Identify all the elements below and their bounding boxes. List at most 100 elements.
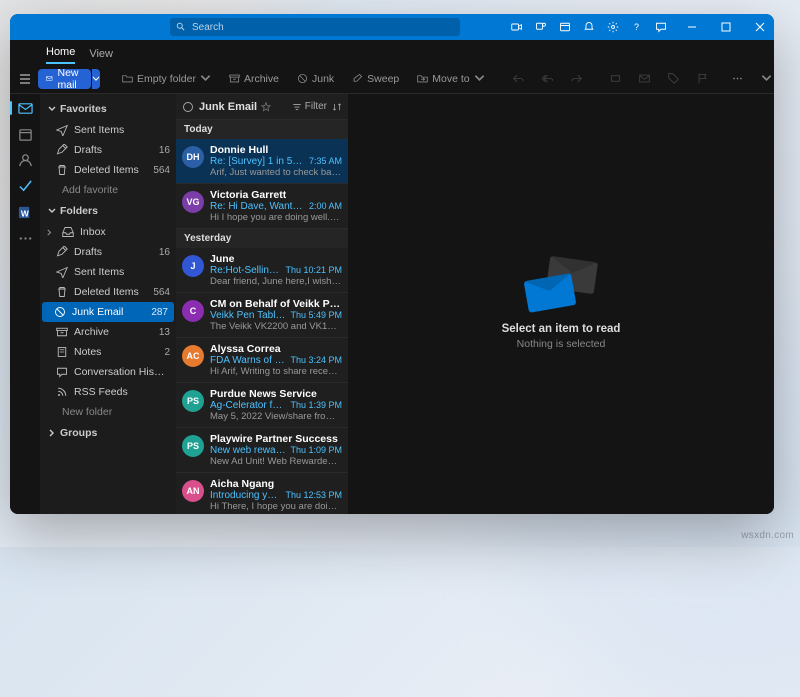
folder-count: 2 — [164, 347, 170, 358]
filter-button[interactable]: Filter — [292, 101, 327, 112]
time: Thu 1:39 PM — [290, 400, 342, 410]
avatar: PS — [182, 435, 204, 457]
sender: June — [210, 253, 235, 265]
sender: Aicha Ngang — [210, 478, 274, 490]
folder-sent-items[interactable]: Sent Items — [40, 262, 176, 282]
overflow-dim-3[interactable] — [565, 73, 588, 84]
folder-drafts[interactable]: Drafts16 — [40, 242, 176, 262]
folder-label: Sent Items — [74, 266, 170, 278]
titlebar-actions: ? — [510, 20, 668, 34]
svg-text:?: ? — [634, 22, 639, 32]
overflow-dim-1[interactable] — [507, 73, 530, 84]
close-button[interactable] — [750, 17, 770, 37]
sweep-button[interactable]: Sweep — [346, 73, 405, 85]
favorites-header[interactable]: Favorites — [40, 98, 176, 120]
folder-inbox[interactable]: Inbox — [40, 222, 176, 242]
folder-junk-email[interactable]: Junk Email287 — [42, 302, 174, 322]
more-button[interactable] — [726, 73, 749, 84]
message-item[interactable]: PSPurdue News ServiceAg-Celerator fund i… — [176, 383, 348, 428]
hamburger-button[interactable] — [18, 69, 32, 89]
message-item[interactable]: ANAicha NgangIntroducing you to th…Thu 1… — [176, 473, 348, 514]
add-favorite[interactable]: Add favorite — [40, 180, 176, 200]
folder-archive[interactable]: Archive 13 — [40, 322, 176, 342]
new-mail-button[interactable]: New mail — [38, 69, 91, 89]
folder-deleted-items[interactable]: Deleted Items564 — [40, 282, 176, 302]
chevron-down-icon — [761, 73, 772, 84]
folder-deleted-items[interactable]: Deleted Items564 — [40, 160, 176, 180]
folder-conversation-his-[interactable]: Conversation His… — [40, 362, 176, 382]
meet-now-icon[interactable] — [510, 20, 524, 34]
junk-icon — [297, 73, 308, 84]
preview: Dear friend, June here,I wish you hav… — [210, 276, 342, 287]
minimize-button[interactable] — [682, 17, 702, 37]
star-icon[interactable] — [261, 102, 271, 112]
app-rail: W — [10, 94, 40, 514]
archive-button[interactable]: Archive — [223, 73, 285, 85]
search-input[interactable]: Search — [170, 18, 460, 36]
preview: May 5, 2022 View/share from our we… — [210, 411, 342, 422]
folder-icon — [122, 73, 133, 84]
drafts-icon — [56, 246, 68, 258]
message-item[interactable]: JJuneRe:Hot-Selling desk a…Thu 10:21 PMD… — [176, 248, 348, 293]
rail-people[interactable] — [17, 152, 33, 168]
junk-button[interactable]: Junk — [291, 73, 340, 85]
chevron-down-icon — [48, 105, 56, 113]
overflow-dim-7[interactable] — [691, 73, 714, 84]
sender: CM on Behalf of Veikk Pen Tablets — [210, 298, 342, 310]
folder-drafts[interactable]: Drafts16 — [40, 140, 176, 160]
chevron-down-icon — [92, 75, 100, 83]
deleted-icon — [56, 286, 68, 298]
date-group-header[interactable]: Yesterday — [176, 229, 348, 248]
select-all-icon[interactable] — [182, 101, 194, 113]
new-mail-dropdown[interactable] — [92, 69, 100, 89]
collapse-ribbon[interactable] — [755, 73, 774, 84]
folder-sent-items[interactable]: Sent Items — [40, 120, 176, 140]
folder-label: Archive — [74, 326, 153, 338]
overflow-dim-5[interactable] — [633, 73, 656, 84]
overflow-dim-2[interactable] — [536, 73, 559, 84]
rail-more[interactable] — [17, 230, 33, 246]
date-group-header[interactable]: Today — [176, 120, 348, 139]
folder-notes[interactable]: Notes2 — [40, 342, 176, 362]
folder-label: Conversation His… — [74, 366, 170, 378]
empty-folder-button[interactable]: Empty folder — [116, 73, 217, 85]
overflow-dim-6[interactable] — [662, 73, 685, 84]
rail-calendar[interactable] — [17, 126, 33, 142]
notification-icon[interactable] — [582, 20, 596, 34]
help-icon[interactable]: ? — [630, 20, 644, 34]
message-item[interactable]: ACAlyssa CorreaFDA Warns of Counterfe…Th… — [176, 338, 348, 383]
rail-todo[interactable] — [17, 178, 33, 194]
feedback-icon[interactable] — [654, 20, 668, 34]
messages[interactable]: TodayDHDonnie HullRe: [Survey] 1 in 5 re… — [176, 120, 348, 514]
message-item[interactable]: VGVictoria GarrettRe: Hi Dave, Wanted to… — [176, 184, 348, 229]
day-icon[interactable] — [558, 20, 572, 34]
main: W Favorites Sent ItemsDrafts16Deleted It… — [10, 94, 774, 514]
settings-icon[interactable] — [606, 20, 620, 34]
folders-header[interactable]: Folders — [40, 200, 176, 222]
tab-view[interactable]: View — [89, 48, 113, 64]
avatar: DH — [182, 146, 204, 168]
new-folder[interactable]: New folder — [40, 402, 176, 422]
maximize-button[interactable] — [716, 17, 736, 37]
folder-count: 13 — [159, 327, 170, 338]
rail-mail[interactable] — [17, 100, 33, 116]
sort-icon[interactable] — [332, 102, 342, 112]
move-to-button[interactable]: Move to — [411, 73, 490, 85]
message-item[interactable]: PSPlaywire Partner SuccessNew web reward… — [176, 428, 348, 473]
window-controls — [682, 17, 770, 37]
chevron-down-icon — [48, 207, 56, 215]
teams-icon[interactable] — [534, 20, 548, 34]
message-item[interactable]: CCM on Behalf of Veikk Pen TabletsVeikk … — [176, 293, 348, 338]
folder-rss-feeds[interactable]: RSS Feeds — [40, 382, 176, 402]
folder-count: 287 — [151, 307, 168, 318]
overflow-dim-4[interactable] — [604, 73, 627, 84]
rail-word[interactable]: W — [17, 204, 33, 220]
folder-label: Drafts — [74, 144, 153, 156]
tab-home[interactable]: Home — [46, 46, 75, 64]
folder-count: 16 — [159, 247, 170, 258]
subject: Ag-Celerator fund inv… — [210, 400, 286, 411]
message-item[interactable]: DHDonnie HullRe: [Survey] 1 in 5 retiree… — [176, 139, 348, 184]
notes-icon — [56, 346, 68, 358]
groups-header[interactable]: Groups — [40, 422, 176, 444]
ribbon-tabs: Home View — [10, 40, 774, 64]
